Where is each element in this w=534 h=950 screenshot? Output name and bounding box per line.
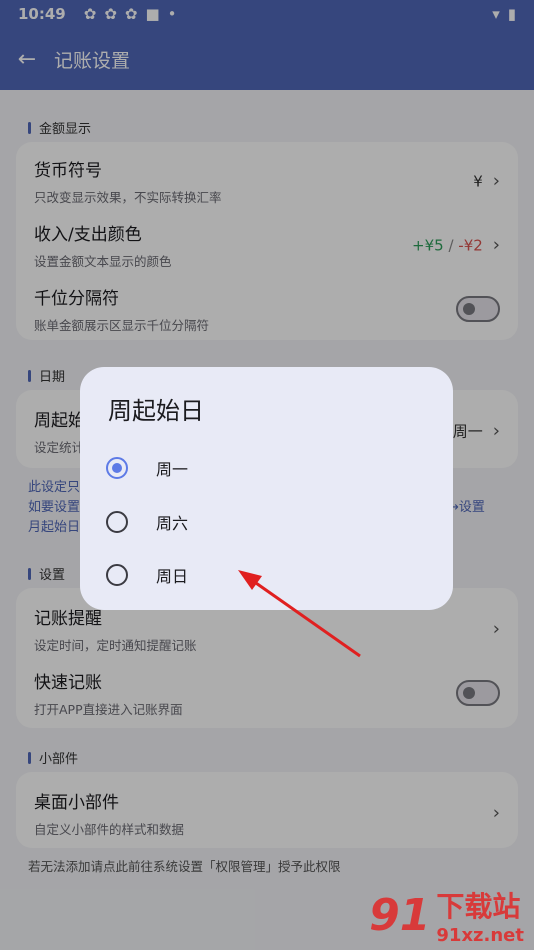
arrow-head [238, 570, 262, 590]
annotation-arrow [238, 570, 361, 658]
arrow-shaft [245, 574, 361, 658]
watermark-name: 下载站 [436, 890, 521, 923]
watermark-url: 91xz.net [436, 925, 524, 946]
watermark: 91 下载站 91xz.net [369, 885, 524, 946]
watermark-logo: 91 [369, 890, 431, 941]
